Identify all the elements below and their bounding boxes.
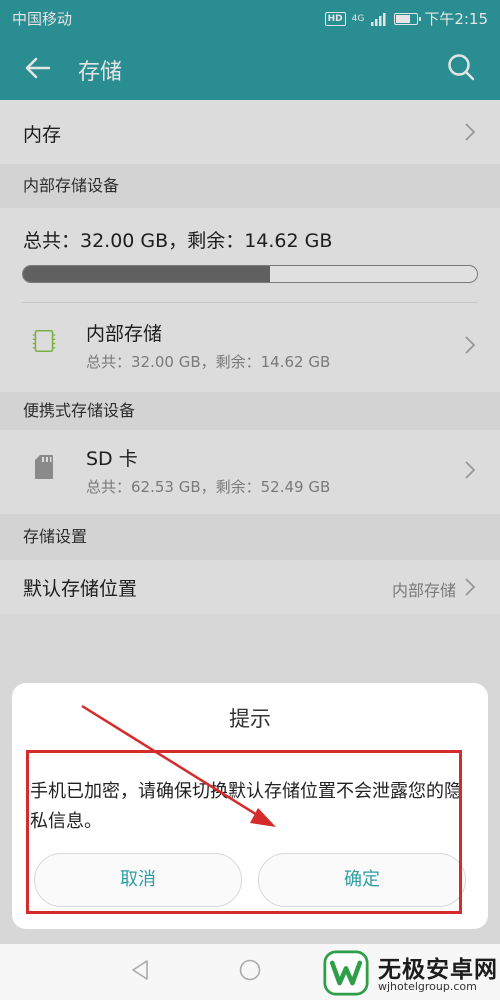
dialog-title: 提示 [229, 707, 271, 731]
nav-back-icon[interactable] [128, 958, 152, 982]
watermark-url: wjhotelgroup.com [378, 980, 477, 993]
watermark-logo-icon [323, 950, 369, 996]
nav-home-icon[interactable] [238, 958, 262, 982]
watermark-name: 无极安卓网 [378, 957, 498, 983]
site-watermark: 无极安卓网 wjhotelgroup.com [316, 946, 500, 1000]
annotation-highlight-box [26, 750, 462, 914]
